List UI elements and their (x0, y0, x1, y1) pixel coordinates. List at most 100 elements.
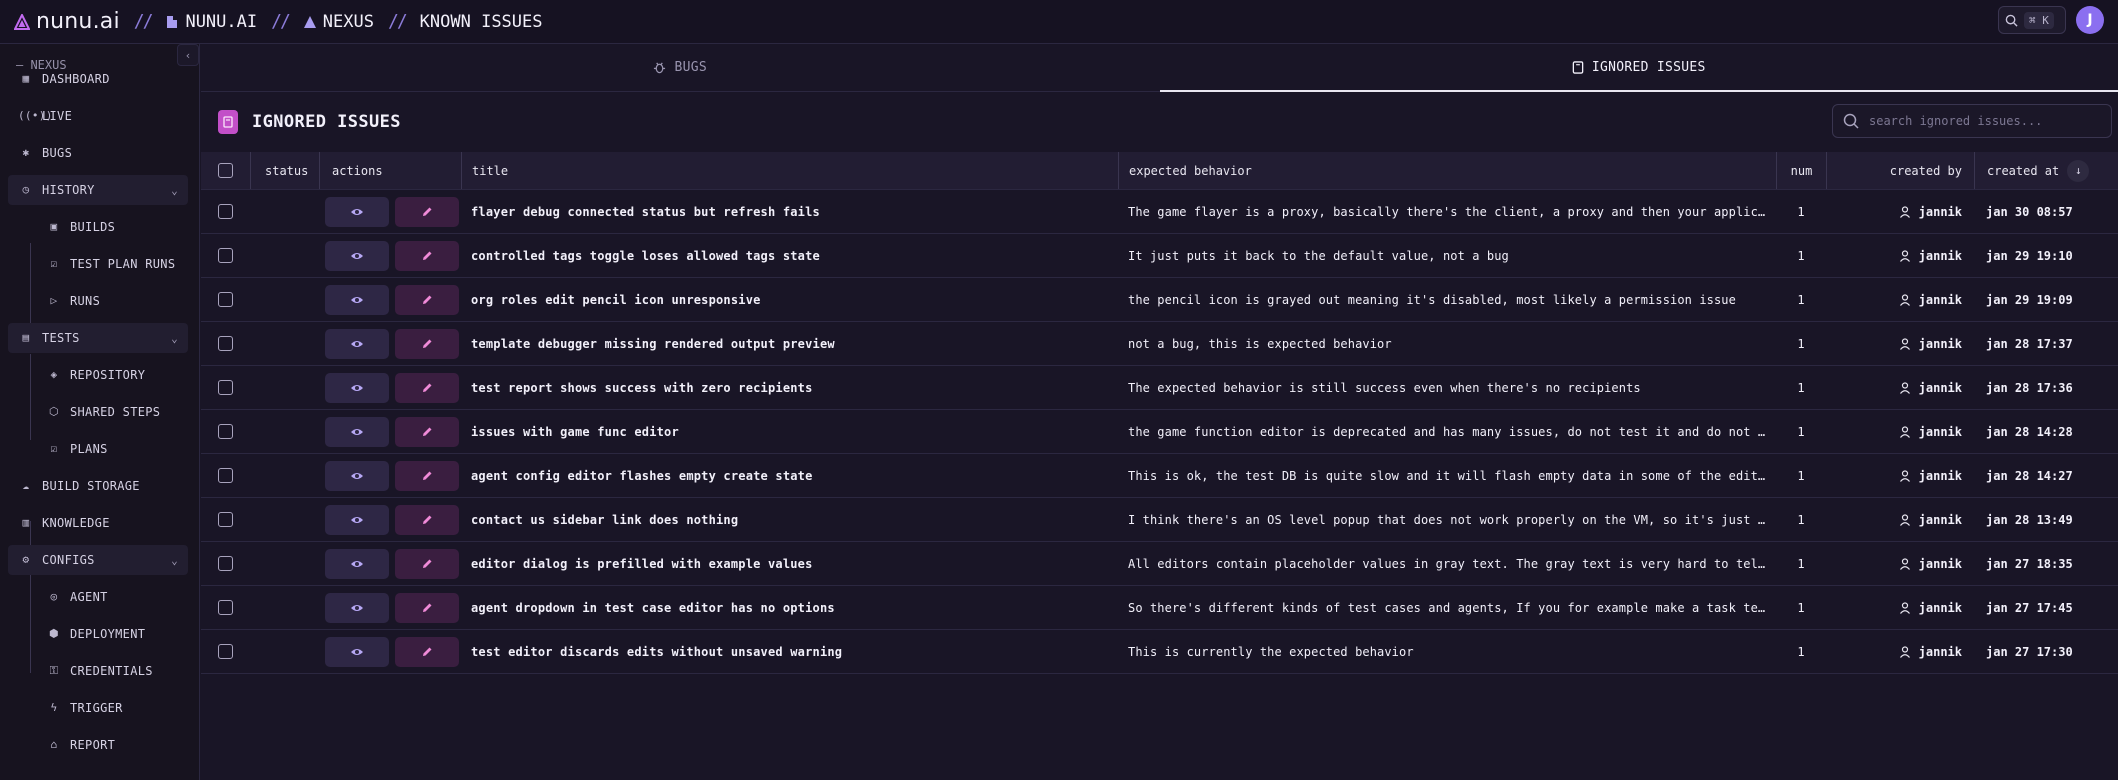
breadcrumb-project[interactable]: NEXUS (303, 12, 374, 32)
table-row[interactable]: agent dropdown in test case editor has n… (201, 586, 2118, 630)
table-row[interactable]: issues with game func editor the game fu… (201, 410, 2118, 454)
sidebar-item-report[interactable]: ⌂ REPORT (8, 730, 188, 760)
breadcrumb-org[interactable]: NUNU.AI (165, 12, 257, 32)
user-avatar[interactable]: J (2076, 6, 2104, 34)
sidebar-item-configs[interactable]: ⚙ CONFIGS ⌄ (8, 545, 188, 575)
table-row[interactable]: contact us sidebar link does nothing I t… (201, 498, 2118, 542)
view-button[interactable] (325, 328, 389, 359)
row-checkbox[interactable] (218, 336, 233, 351)
row-checkbox[interactable] (218, 248, 233, 263)
row-checkbox[interactable] (218, 556, 233, 571)
row-checkbox[interactable] (218, 204, 233, 219)
column-header-created-at[interactable]: created at ↓ (1974, 152, 2118, 189)
view-button[interactable] (325, 284, 389, 315)
issue-title[interactable]: agent config editor flashes empty create… (471, 469, 813, 483)
sidebar-item-deployment[interactable]: ⬢ DEPLOYMENT (8, 619, 188, 649)
sidebar-item-label: TEST PLAN RUNS (70, 257, 176, 271)
view-button[interactable] (325, 460, 389, 491)
sidebar-item-runs[interactable]: ▷ RUNS (8, 286, 188, 316)
table-row[interactable]: agent config editor flashes empty create… (201, 454, 2118, 498)
sidebar-item-live[interactable]: ((•)) LIVE (8, 101, 188, 131)
edit-button[interactable] (395, 240, 459, 271)
chevron-down-icon[interactable]: ⌄ (171, 184, 178, 197)
logo[interactable]: nunu.ai (14, 9, 120, 34)
view-button[interactable] (325, 416, 389, 447)
issue-title[interactable]: flayer debug connected status but refres… (471, 205, 820, 219)
edit-button[interactable] (395, 416, 459, 447)
issue-title[interactable]: controlled tags toggle loses allowed tag… (471, 249, 820, 263)
column-header-status[interactable]: status (250, 152, 319, 189)
sidebar-item-agent[interactable]: ◎ AGENT (8, 582, 188, 612)
row-checkbox[interactable] (218, 600, 233, 615)
edit-button[interactable] (395, 284, 459, 315)
sidebar-item-credentials[interactable]: ⚿ CREDENTIALS (8, 656, 188, 686)
actions-cell (319, 278, 461, 321)
sort-desc-arrow-icon[interactable]: ↓ (2067, 159, 2090, 182)
issue-title[interactable]: editor dialog is prefilled with example … (471, 557, 813, 571)
tab-ignored-issues[interactable]: IGNORED ISSUES (1159, 44, 2118, 92)
ignored-issues-search[interactable] (1832, 104, 2112, 138)
table-row[interactable]: editor dialog is prefilled with example … (201, 542, 2118, 586)
column-header-expected-behavior[interactable]: expected behavior (1118, 152, 1776, 189)
sidebar-item-plans[interactable]: ☑ PLANS (8, 434, 188, 464)
edit-button[interactable] (395, 504, 459, 535)
row-checkbox[interactable] (218, 512, 233, 527)
sidebar-item-build-storage[interactable]: ☁ BUILD STORAGE (8, 471, 188, 501)
row-checkbox[interactable] (218, 380, 233, 395)
sidebar-item-tests[interactable]: ▤ TESTS ⌄ (8, 323, 188, 353)
test-plan-runs-icon: ☑ (50, 257, 58, 270)
edit-button[interactable] (395, 460, 459, 491)
view-button[interactable] (325, 240, 389, 271)
column-header-created-by[interactable]: created by (1826, 152, 1974, 189)
sidebar-item-test-plan-runs[interactable]: ☑ TEST PLAN RUNS (8, 249, 188, 279)
edit-button[interactable] (395, 592, 459, 623)
edit-button[interactable] (395, 636, 459, 667)
sidebar-item-trigger[interactable]: ϟ TRIGGER (8, 693, 188, 723)
sidebar-item-bugs[interactable]: ✱ BUGS (8, 138, 188, 168)
command-search-button[interactable]: ⌘ K (1998, 6, 2066, 34)
chevron-down-icon[interactable]: ⌄ (171, 554, 178, 567)
view-button[interactable] (325, 636, 389, 667)
edit-button[interactable] (395, 548, 459, 579)
status-cell (250, 278, 319, 321)
table-row[interactable]: test editor discards edits without unsav… (201, 630, 2118, 674)
column-header-title[interactable]: title (461, 152, 1118, 189)
table-row[interactable]: test report shows success with zero reci… (201, 366, 2118, 410)
row-checkbox[interactable] (218, 292, 233, 307)
view-button[interactable] (325, 592, 389, 623)
issue-title[interactable]: test report shows success with zero reci… (471, 381, 813, 395)
search-input[interactable] (1869, 114, 2099, 128)
row-checkbox[interactable] (218, 468, 233, 483)
sidebar-item-dashboard[interactable]: ▦ DASHBOARD (8, 64, 188, 94)
table-row[interactable]: org roles edit pencil icon unresponsive … (201, 278, 2118, 322)
tab-bugs[interactable]: BUGS (201, 44, 1160, 91)
table-row[interactable]: controlled tags toggle loses allowed tag… (201, 234, 2118, 278)
table-row[interactable]: template debugger missing rendered outpu… (201, 322, 2118, 366)
column-header-num[interactable]: num (1776, 152, 1826, 189)
issue-title[interactable]: issues with game func editor (471, 425, 679, 439)
sidebar-item-history[interactable]: ◷ HISTORY ⌄ (8, 175, 188, 205)
chevron-down-icon[interactable]: ⌄ (171, 332, 178, 345)
view-button[interactable] (325, 548, 389, 579)
sidebar-item-builds[interactable]: ▣ BUILDS (8, 212, 188, 242)
issue-title[interactable]: org roles edit pencil icon unresponsive (471, 293, 761, 307)
edit-button[interactable] (395, 372, 459, 403)
sidebar-item-shared-steps[interactable]: ⬡ SHARED STEPS (8, 397, 188, 427)
edit-button[interactable] (395, 196, 459, 227)
select-all-checkbox[interactable] (218, 163, 233, 178)
collapse-sidebar-button[interactable]: ‹ (177, 44, 199, 66)
agent-icon: ◎ (50, 590, 58, 603)
sidebar-item-repository[interactable]: ◈ REPOSITORY (8, 360, 188, 390)
issue-title[interactable]: template debugger missing rendered outpu… (471, 337, 835, 351)
row-checkbox[interactable] (218, 424, 233, 439)
table-row[interactable]: flayer debug connected status but refres… (201, 190, 2118, 234)
issue-title[interactable]: test editor discards edits without unsav… (471, 645, 842, 659)
view-button[interactable] (325, 196, 389, 227)
edit-button[interactable] (395, 328, 459, 359)
sidebar-item-knowledge[interactable]: ▥ KNOWLEDGE (8, 508, 188, 538)
issue-title[interactable]: agent dropdown in test case editor has n… (471, 601, 835, 615)
row-checkbox[interactable] (218, 644, 233, 659)
view-button[interactable] (325, 504, 389, 535)
issue-title[interactable]: contact us sidebar link does nothing (471, 513, 738, 527)
view-button[interactable] (325, 372, 389, 403)
